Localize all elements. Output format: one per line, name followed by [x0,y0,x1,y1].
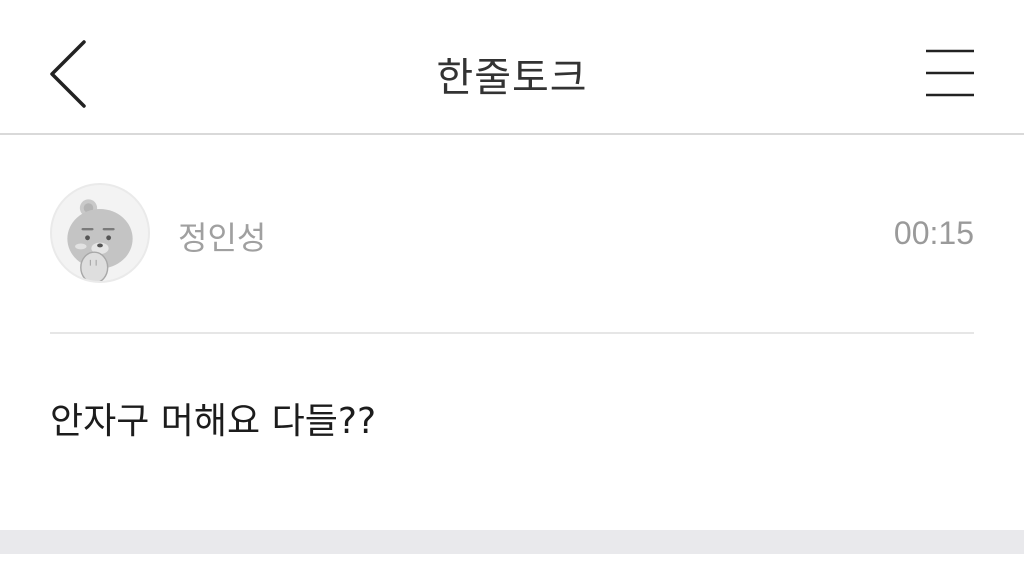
bottom-separator-bar [0,530,1024,554]
post-time: 00:15 [893,215,974,251]
divider [50,332,974,334]
avatar[interactable] [50,183,150,283]
top-navigation-bar: 한줄토크 [0,0,1024,135]
author-name: 정인성 [178,219,267,257]
hamburger-menu-icon [926,49,974,97]
post-header: 정인성 00:15 [50,183,974,285]
post-message: 안자구 머해요 다들?? [50,401,377,442]
bear-character-avatar-icon [67,199,133,281]
page-title: 한줄토크 [436,55,588,101]
menu-button[interactable] [916,44,984,104]
